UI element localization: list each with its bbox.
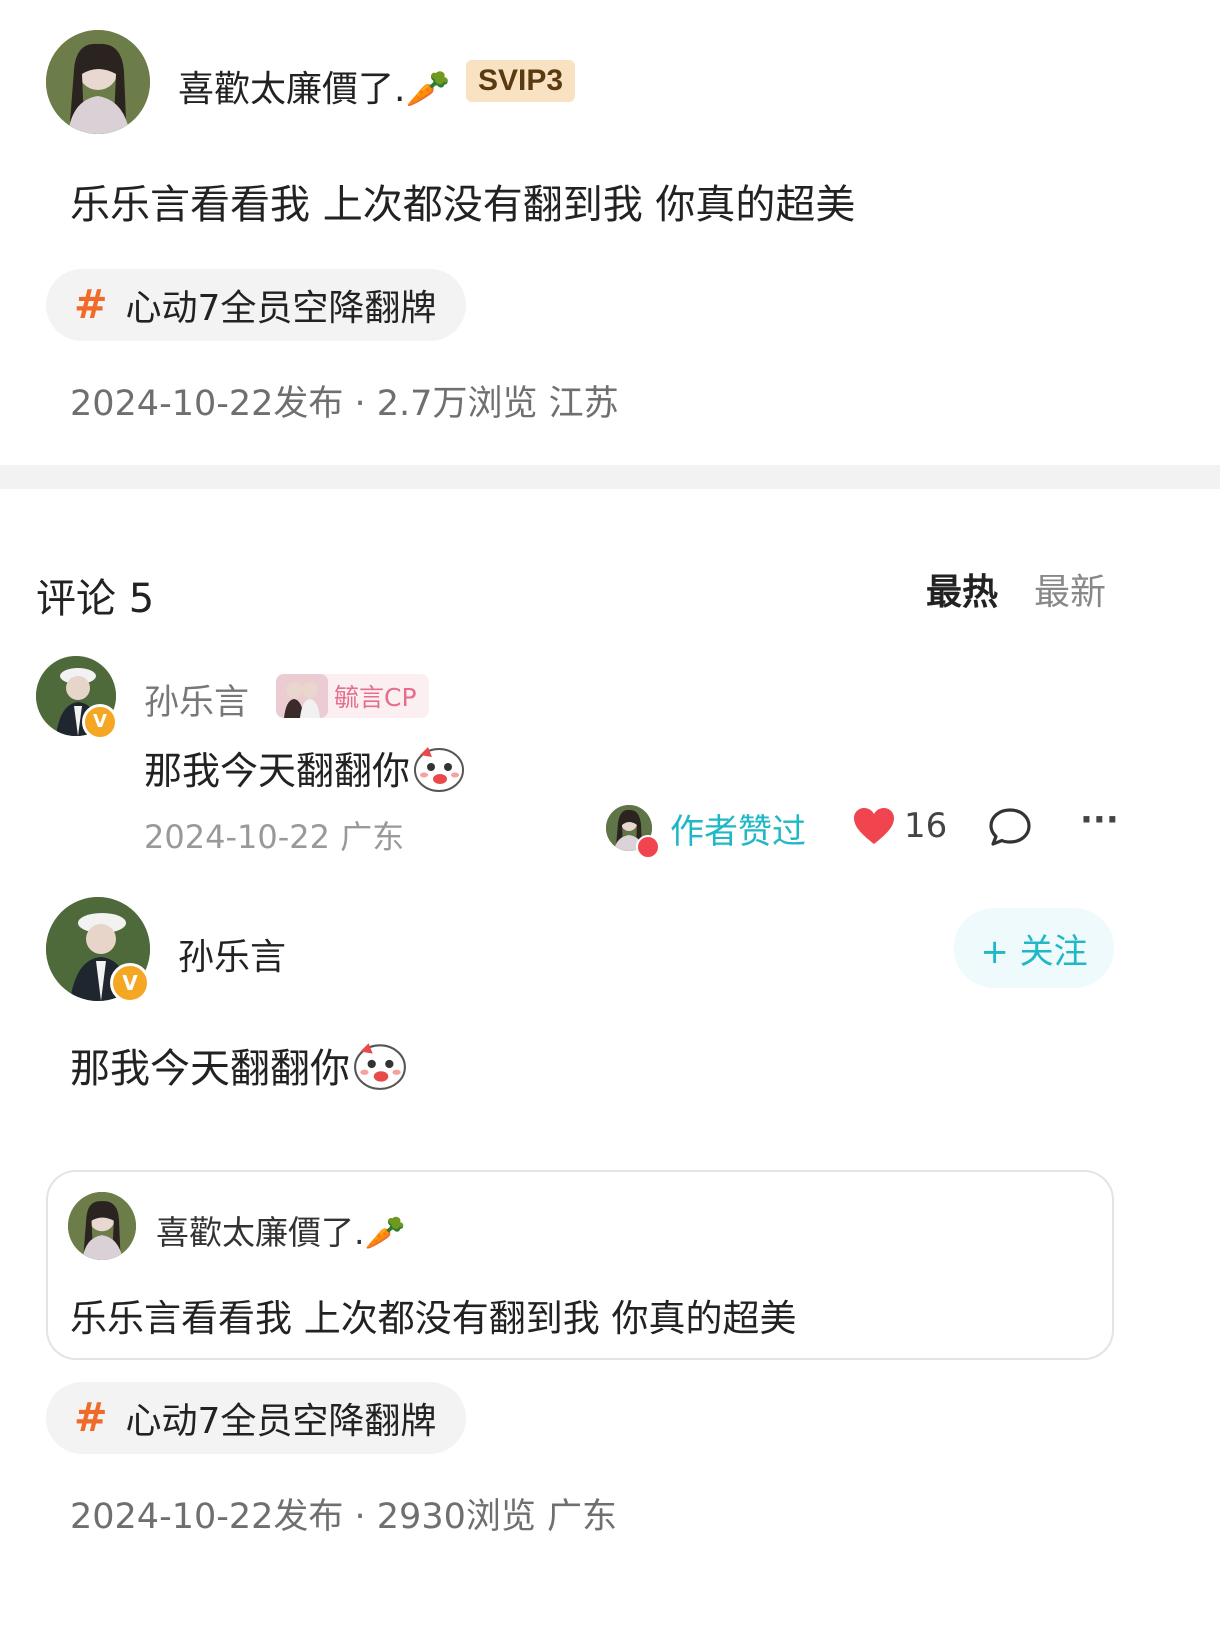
reply-avatar-wrap[interactable]: V: [46, 897, 150, 1003]
sticker-emoji-icon: [412, 741, 466, 795]
reply-meta: 2024-10-22发布 · 2930浏览 广东: [70, 1497, 617, 1537]
heart-icon: [852, 806, 896, 846]
topic-label: 心动7全员空降翻牌: [125, 288, 437, 329]
cp-tag-badge[interactable]: 毓言CP: [276, 674, 429, 718]
quoted-post-card[interactable]: 喜歡太廉價了.🥕 乐乐言看看我 上次都没有翻到我 你真的超美: [46, 1170, 1114, 1360]
sort-new-tab[interactable]: 最新: [1034, 563, 1106, 615]
quoted-author-name: 喜歡太廉價了.🥕: [156, 1213, 406, 1252]
post-text: 乐乐言看看我 上次都没有翻到我 你真的超美: [70, 182, 856, 228]
author-liked-indicator: 作者赞过: [606, 804, 806, 859]
svip-badge: SVIP3: [466, 60, 576, 102]
follow-button[interactable]: + 关注: [954, 908, 1114, 988]
post-author-name[interactable]: 喜歡太廉價了.🥕: [178, 60, 450, 112]
verified-icon: V: [82, 704, 118, 740]
section-divider: [0, 465, 1220, 489]
comment-meta: 2024-10-22 广东: [144, 818, 405, 856]
cp-tag-image: [276, 674, 328, 718]
post-meta: 2024-10-22发布 · 2.7万浏览 江苏: [70, 384, 619, 424]
reply-text-body: 那我今天翻翻你: [70, 1046, 350, 1092]
mini-heart-icon: [636, 834, 660, 859]
verified-icon: V: [110, 963, 150, 1003]
reply-topic-chip[interactable]: # 心动7全员空降翻牌: [46, 1382, 467, 1454]
comment-text-body: 那我今天翻翻你: [144, 749, 411, 793]
sticker-emoji-icon: [352, 1037, 408, 1093]
more-options-icon[interactable]: ···: [1080, 800, 1119, 840]
comment-avatar-wrap[interactable]: V: [36, 656, 118, 740]
sort-hot-tab[interactable]: 最热: [926, 563, 998, 615]
carrot-icon: 🥕: [405, 69, 451, 110]
quoted-author-avatar: [68, 1192, 136, 1260]
reply-comment-icon[interactable]: [988, 806, 1032, 848]
reply-author-name[interactable]: 孙乐言: [178, 928, 286, 980]
comment-author-name[interactable]: 孙乐言: [144, 674, 249, 725]
hashtag-icon: #: [74, 1395, 108, 1441]
quoted-text: 乐乐言看看我 上次都没有翻到我 你真的超美: [70, 1297, 797, 1340]
post-author-avatar[interactable]: [46, 30, 150, 134]
topic-label: 心动7全员空降翻牌: [125, 1401, 437, 1442]
cp-tag-label: 毓言CP: [334, 683, 417, 712]
comments-count-title: 评论 5: [36, 576, 155, 622]
carrot-icon: 🥕: [364, 1213, 406, 1252]
like-button[interactable]: 16: [852, 806, 947, 846]
author-liked-label: 作者赞过: [670, 812, 806, 852]
like-count: 16: [904, 806, 948, 846]
hashtag-icon: #: [74, 282, 108, 328]
reply-text: 那我今天翻翻你: [70, 1036, 408, 1094]
comment-text: 那我今天翻翻你: [144, 740, 466, 795]
post-topic-chip[interactable]: # 心动7全员空降翻牌: [46, 269, 467, 341]
